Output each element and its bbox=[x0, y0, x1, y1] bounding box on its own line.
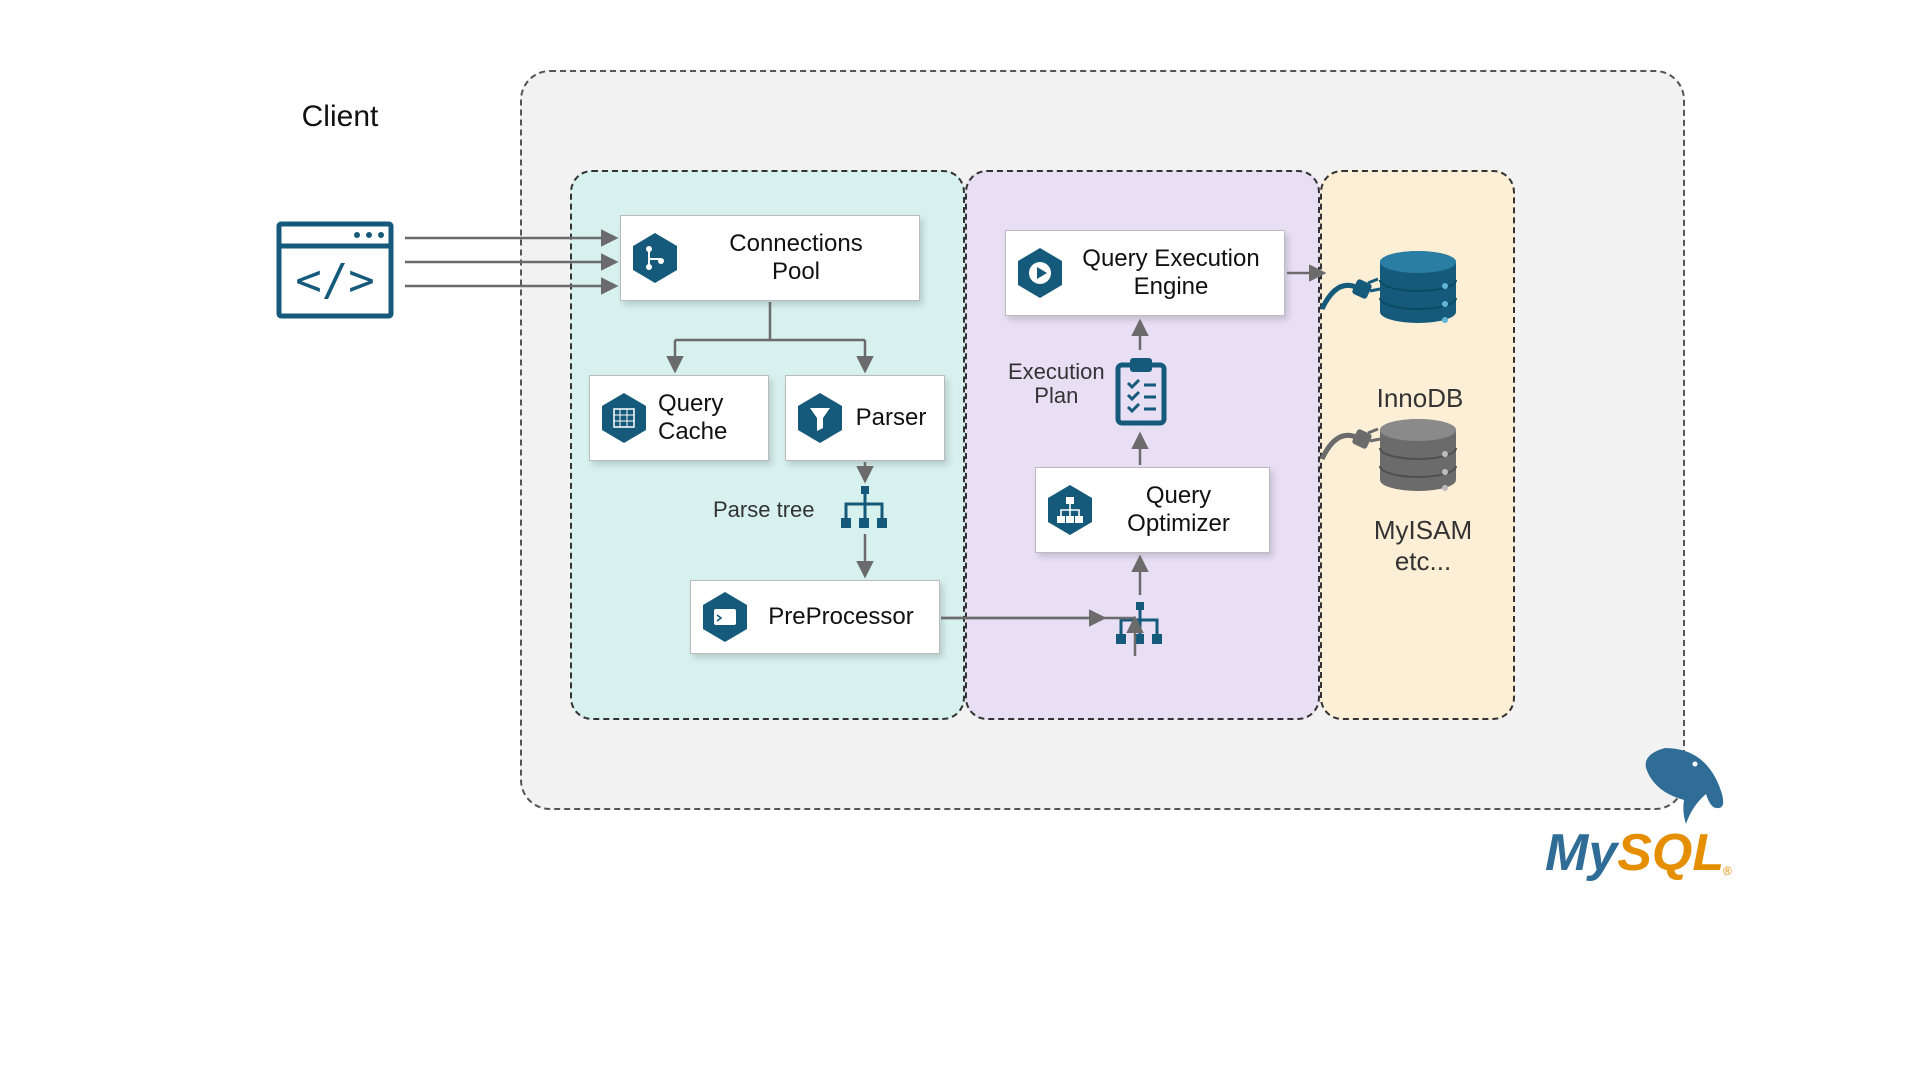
branch-icon bbox=[631, 231, 679, 285]
parser-label: Parser bbox=[854, 404, 928, 432]
grid-icon bbox=[600, 391, 648, 445]
funnel-icon bbox=[796, 391, 844, 445]
preprocessor-node: PreProcessor bbox=[690, 580, 940, 654]
exec-plan-label: Execution Plan bbox=[1008, 360, 1105, 408]
innodb-label: InnoDB bbox=[1370, 383, 1470, 414]
play-icon bbox=[1016, 246, 1064, 300]
parse-tree-label: Parse tree bbox=[713, 497, 815, 523]
query-optimizer-label: Query Optimizer bbox=[1104, 482, 1253, 537]
mysql-logo: MySQL ® bbox=[1545, 740, 1735, 890]
client-title: Client bbox=[285, 100, 395, 134]
query-exec-engine-node: Query Execution Engine bbox=[1005, 230, 1285, 316]
clipboard-icon bbox=[1110, 355, 1172, 427]
tree-icon bbox=[835, 484, 893, 532]
tree-icon-2 bbox=[1110, 600, 1168, 648]
connections-pool-label: Connections Pool bbox=[689, 230, 903, 285]
database-icon-innodb bbox=[1373, 250, 1463, 334]
query-cache-label: Query Cache bbox=[658, 390, 752, 445]
client-window-icon: </> bbox=[275, 220, 395, 320]
query-optimizer-node: Query Optimizer bbox=[1035, 467, 1270, 553]
hierarchy-icon bbox=[1046, 483, 1094, 537]
svg-text:®: ® bbox=[1723, 864, 1732, 878]
query-cache-node: Query Cache bbox=[589, 375, 769, 461]
preprocessor-label: PreProcessor bbox=[759, 603, 923, 631]
myisam-label: MyISAM etc... bbox=[1363, 515, 1483, 577]
svg-text:MySQL: MySQL bbox=[1545, 824, 1724, 882]
database-icon-myisam bbox=[1373, 418, 1463, 502]
svg-text:</>: </> bbox=[295, 255, 374, 306]
query-exec-engine-label: Query Execution Engine bbox=[1074, 245, 1268, 300]
connections-pool-node: Connections Pool bbox=[620, 215, 920, 301]
parser-node: Parser bbox=[785, 375, 945, 461]
terminal-icon bbox=[701, 590, 749, 644]
